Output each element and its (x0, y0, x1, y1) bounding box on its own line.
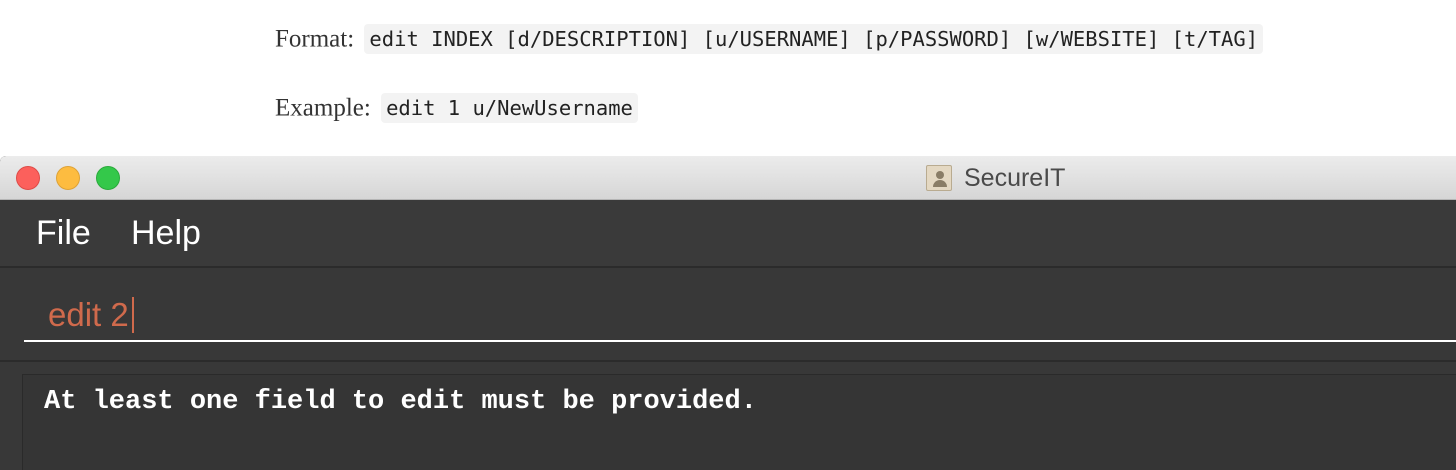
minimize-window-button[interactable] (56, 166, 80, 190)
menu-help[interactable]: Help (131, 214, 201, 253)
window-title-group: SecureIT (926, 164, 1065, 192)
title-bar[interactable]: SecureIT (0, 156, 1456, 200)
result-display[interactable]: At least one field to edit must be provi… (22, 374, 1456, 470)
command-box: edit 2 (0, 268, 1456, 362)
example-label: Example: (275, 94, 371, 122)
format-line: Format: edit INDEX [d/DESCRIPTION] [u/US… (275, 24, 1264, 55)
close-window-button[interactable] (16, 166, 40, 190)
menu-file[interactable]: File (36, 214, 91, 253)
format-code: edit INDEX [d/DESCRIPTION] [u/USERNAME] … (364, 24, 1264, 55)
app-icon (926, 165, 952, 191)
app-window: SecureIT File Help edit 2 At least one f… (0, 156, 1456, 470)
format-label: Format: (275, 25, 355, 53)
example-code: edit 1 u/NewUsername (381, 93, 638, 124)
result-message: At least one field to edit must be provi… (44, 387, 757, 417)
menu-bar: File Help (0, 200, 1456, 268)
maximize-window-button[interactable] (96, 166, 120, 190)
command-input-text[interactable]: edit 2 (48, 296, 134, 334)
example-line: Example: edit 1 u/NewUsername (275, 93, 638, 124)
text-caret (131, 297, 134, 333)
command-value: edit 2 (48, 296, 129, 333)
window-title: SecureIT (964, 163, 1066, 192)
command-input[interactable]: edit 2 (24, 286, 1456, 342)
user-guide-excerpt: Format: edit INDEX [d/DESCRIPTION] [u/US… (0, 0, 1456, 156)
